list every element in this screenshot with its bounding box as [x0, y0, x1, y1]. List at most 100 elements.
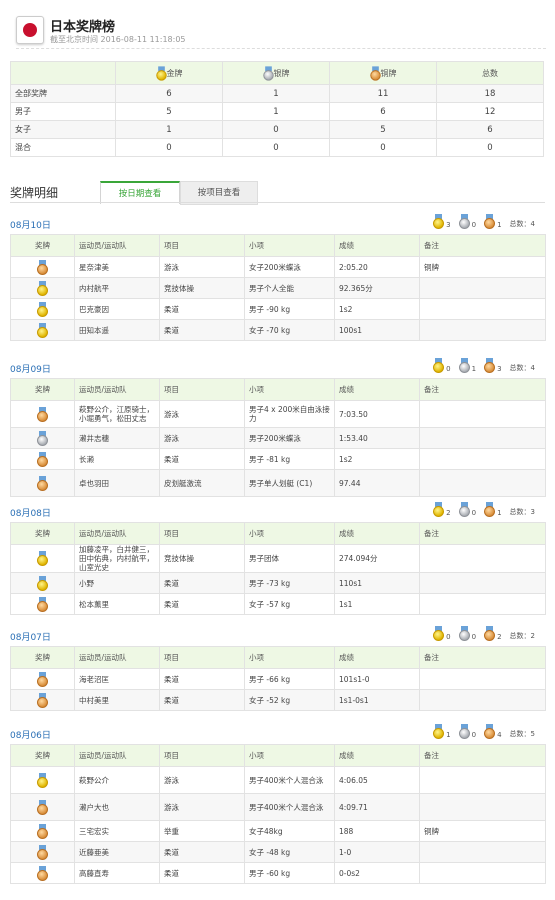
summary-label-cell: 女子 [10, 120, 116, 139]
summary-header-row: 金牌 银牌 铜牌 总数 [10, 61, 544, 85]
medal-cell [10, 469, 75, 497]
column-header: 备注 [419, 646, 546, 669]
summary-total-cell: 12 [436, 102, 544, 121]
summary-row: 混合 0 0 0 0 [10, 138, 544, 157]
medal-cell [10, 766, 75, 794]
summary-total-cell: 0 [436, 138, 544, 157]
athlete-cell: 内村航平 [74, 277, 160, 299]
gold-medal-icon [37, 322, 48, 338]
tab-by-date[interactable]: 按日期查看 [100, 181, 180, 204]
day-header: 08月09日 0 1 3 总数：4 [10, 358, 545, 378]
note-cell [419, 593, 546, 615]
column-header: 项目 [159, 646, 245, 669]
sport-cell: 游泳 [159, 256, 245, 278]
event-cell: 男子 -66 kg [244, 668, 335, 690]
event-cell: 男子400米个人混合泳 [244, 766, 335, 794]
medal-cell [10, 689, 75, 711]
table-header-row: 奖牌 运动员/运动队 项目 小项 成绩 备注 [10, 744, 546, 767]
event-cell: 女子 -70 kg [244, 319, 335, 341]
day-medal-table: 奖牌 运动员/运动队 项目 小项 成绩 备注 加藤凌平，白井健三，田中佑典，内村航平，山室光… [10, 522, 546, 615]
table-row: 星奈津美 游泳 女子200米蝶泳 2:05.20 铜牌 [10, 256, 546, 278]
medal-cell [10, 668, 75, 690]
column-header: 奖牌 [10, 234, 75, 257]
athlete-cell: 海老沼匡 [74, 668, 160, 690]
athlete-cell: 巴克豪因 [74, 298, 160, 320]
summary-header-blank [10, 61, 116, 85]
gold-medal-icon [433, 358, 445, 373]
athlete-cell: 星奈津美 [74, 256, 160, 278]
day-header: 08月07日 0 0 2 总数：2 [10, 626, 545, 646]
medal-cell [10, 841, 75, 863]
result-cell: 1-0 [334, 841, 420, 863]
column-header: 奖牌 [10, 522, 75, 545]
gold-medal-icon [37, 551, 48, 566]
medal-cell [10, 820, 75, 842]
bronze-medal-icon [37, 406, 48, 422]
bronze-medal-icon [37, 671, 48, 687]
sport-cell: 柔道 [159, 689, 245, 711]
note-cell [419, 668, 546, 690]
medal-cell [10, 277, 75, 299]
column-header: 项目 [159, 234, 245, 257]
update-time: 截至北京时间 2016-08-11 11:18:05 [50, 35, 186, 44]
day-date: 08月06日 [10, 731, 51, 741]
summary-header-bronze: 铜牌 [329, 61, 437, 85]
result-cell: 92.365分 [334, 277, 420, 299]
event-cell: 男子400米个人混合泳 [244, 793, 335, 821]
sport-cell: 柔道 [159, 448, 245, 470]
medal-cell [10, 572, 75, 594]
bronze-count: 1 [484, 502, 502, 517]
day-medal-counts: 3 0 1 总数：4 [425, 214, 535, 232]
table-row: 濑户大也 游泳 男子400米个人混合泳 4:09.71 [10, 793, 546, 821]
day-total: 总数：5 [509, 730, 535, 738]
column-header: 奖牌 [10, 378, 75, 401]
result-cell: 1s1-0s1 [334, 689, 420, 711]
summary-label-cell: 混合 [10, 138, 116, 157]
result-cell: 2:05.20 [334, 256, 420, 278]
bronze-count: 1 [484, 214, 502, 229]
gold-count: 1 [433, 724, 451, 739]
bronze-medal-icon [37, 799, 48, 815]
gold-medal-icon [37, 280, 48, 296]
table-header-row: 奖牌 运动员/运动队 项目 小项 成绩 备注 [10, 646, 546, 669]
event-cell: 男子 -90 kg [244, 298, 335, 320]
event-cell: 女子200米蝶泳 [244, 256, 335, 278]
sport-cell: 柔道 [159, 668, 245, 690]
column-header: 运动员/运动队 [74, 234, 160, 257]
table-row: 加藤凌平，白井健三，田中佑典，内村航平，山室光史 竞技体操 男子团体 274.094分 [10, 544, 546, 573]
summary-total-cell: 18 [436, 84, 544, 103]
event-cell: 男子4 x 200米自由泳接力 [244, 400, 335, 428]
silver-count: 1 [458, 358, 476, 373]
note-cell [419, 319, 546, 341]
result-cell: 7:03.50 [334, 400, 420, 428]
column-header: 成绩 [334, 744, 420, 767]
result-cell: 4:06.05 [334, 766, 420, 794]
column-header: 备注 [419, 378, 546, 401]
note-cell [419, 298, 546, 320]
table-header-row: 奖牌 运动员/运动队 项目 小项 成绩 备注 [10, 234, 546, 257]
column-header: 小项 [244, 522, 335, 545]
bronze-medal-icon [484, 724, 496, 739]
medal-cell [10, 256, 75, 278]
column-header: 成绩 [334, 234, 420, 257]
column-header: 备注 [419, 744, 546, 767]
day-date: 08月07日 [10, 633, 51, 643]
day-medal-table: 奖牌 运动员/运动队 项目 小项 成绩 备注 萩野公介 游泳 男子400米个人混合泳 4:06.0… [10, 744, 546, 884]
sport-cell: 柔道 [159, 862, 245, 884]
day-date: 08月09日 [10, 365, 51, 375]
summary-silver-cell: 0 [222, 120, 330, 139]
table-row: 萩野公介，江原骑士，小堀勇气，松田丈志 游泳 男子4 x 200米自由泳接力 7:03… [10, 400, 546, 428]
gold-count-value: 1 [446, 731, 451, 739]
column-header: 备注 [419, 234, 546, 257]
result-cell: 1:53.40 [334, 427, 420, 449]
column-header: 小项 [244, 744, 335, 767]
event-cell: 男子单人划艇 (C1) [244, 469, 335, 497]
athlete-cell: 田知本遥 [74, 319, 160, 341]
note-cell [419, 448, 546, 470]
note-cell [419, 793, 546, 821]
column-header: 成绩 [334, 378, 420, 401]
summary-gold-cell: 0 [115, 138, 223, 157]
medal-cell [10, 427, 75, 449]
silver-medal-icon [458, 214, 470, 229]
sport-cell: 柔道 [159, 319, 245, 341]
